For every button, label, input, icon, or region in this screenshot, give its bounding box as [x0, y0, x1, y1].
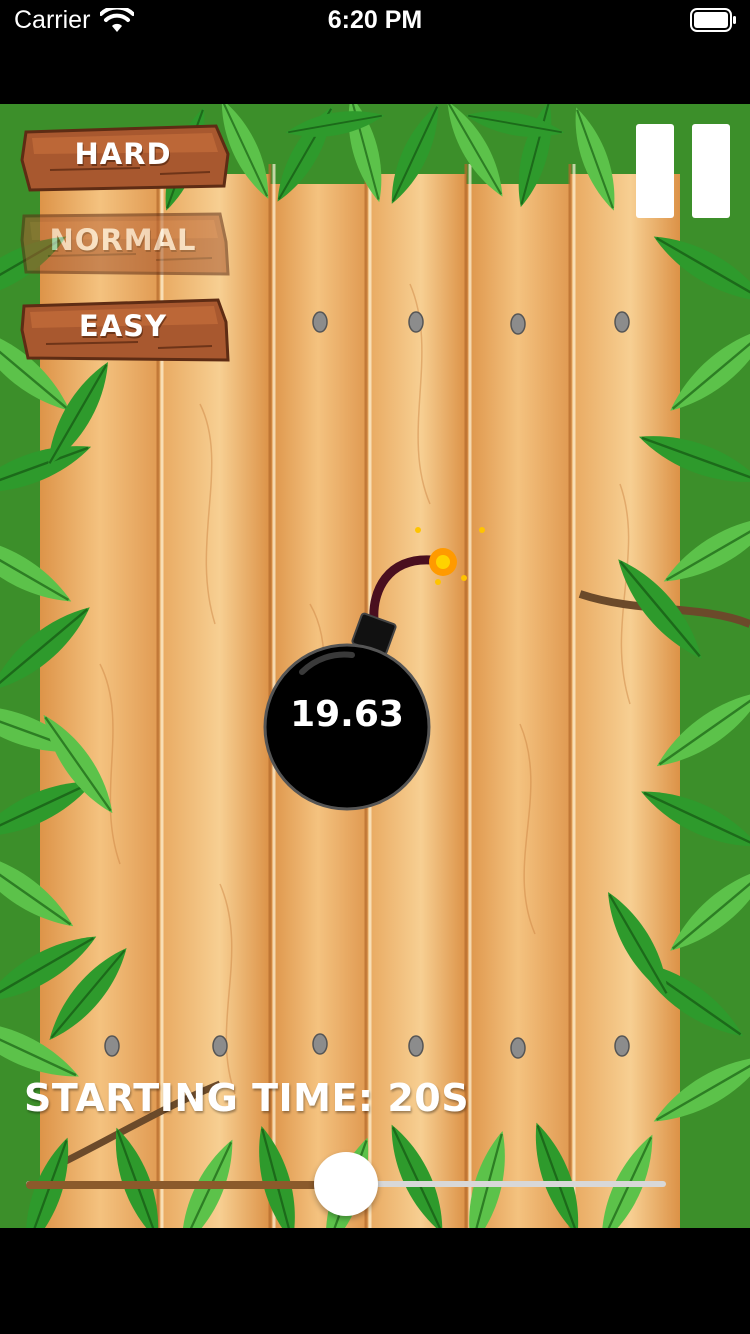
bomb-timer: 19.63 [290, 694, 404, 735]
status-bar: Carrier 6:20 PM [0, 0, 750, 104]
hard-label: HARD [74, 137, 172, 171]
normal-label: NORMAL [49, 223, 197, 257]
clock: 6:20 PM [327, 6, 423, 34]
bomb[interactable]: 19.63 [262, 522, 492, 812]
game-area: HARD NORMAL EASY 19.63 STARTING TIME: 20… [0, 104, 750, 1228]
starting-time-slider[interactable] [26, 1148, 726, 1218]
starting-time-label: STARTING TIME: 20S [24, 1076, 470, 1120]
bottom-bar [0, 1228, 750, 1334]
slider-thumb[interactable] [314, 1152, 378, 1216]
battery-icon [690, 8, 736, 32]
hard-button[interactable]: HARD [20, 124, 232, 192]
easy-label: EASY [78, 309, 168, 343]
normal-button[interactable]: NORMAL [20, 210, 232, 278]
pause-button[interactable] [636, 124, 732, 218]
slider-fill [26, 1181, 346, 1189]
bomb-icon [263, 527, 485, 811]
easy-button[interactable]: EASY [20, 296, 232, 364]
